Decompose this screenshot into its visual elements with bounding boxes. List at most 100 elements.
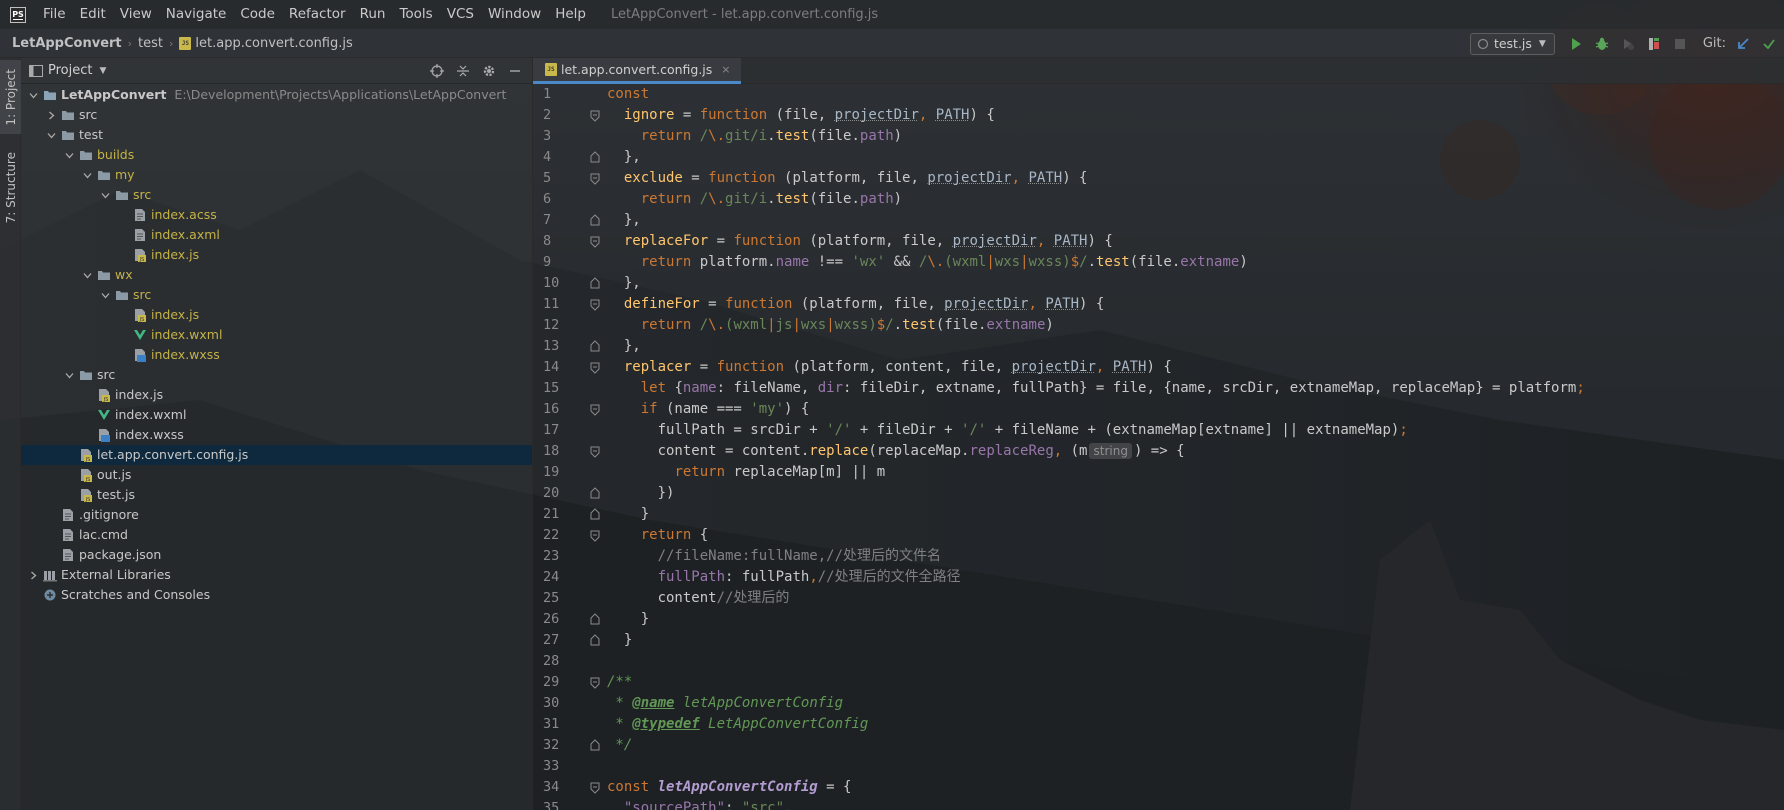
tree-item[interactable]: src [21,365,532,385]
chevron-down-icon[interactable] [99,285,111,305]
chevron-down-icon[interactable] [45,125,57,145]
menu-code[interactable]: Code [233,0,282,29]
structure-tool-window-tab[interactable]: 7: Structure [0,148,21,228]
chevron-down-icon[interactable] [81,265,93,285]
code-line[interactable]: replaceFor = function (platform, file, p… [607,231,1113,252]
stop-button[interactable] [1669,33,1691,55]
tree-item[interactable]: lac.cmd [21,525,532,545]
debug-button[interactable] [1591,33,1613,55]
code-line[interactable]: content//处理后的 [607,588,790,609]
fold-close-icon[interactable] [589,210,601,231]
menu-window[interactable]: Window [481,0,548,29]
menu-edit[interactable]: Edit [73,0,113,29]
code-line[interactable]: }) [607,483,675,504]
fold-open-icon[interactable] [589,294,601,315]
project-view-selector[interactable]: Project [48,63,92,78]
fold-close-icon[interactable] [589,147,601,168]
project-tool-window-tab[interactable]: 1: Project [0,60,21,134]
code-line[interactable]: }, [607,336,641,357]
tree-item[interactable]: package.json [21,545,532,565]
tree-item[interactable]: wx [21,265,532,285]
menu-vcs[interactable]: VCS [440,0,481,29]
tree-item[interactable]: my [21,165,532,185]
code-line[interactable]: return /\.(wxml|js|wxs|wxss)$/.test(file… [607,315,1054,336]
fold-open-icon[interactable] [589,105,601,126]
tree-item[interactable]: index.wxss [21,345,532,365]
code-line[interactable]: exclude = function (platform, file, proj… [607,168,1088,189]
fold-close-icon[interactable] [589,336,601,357]
code-line[interactable]: } [607,609,649,630]
fold-open-icon[interactable] [589,399,601,420]
fold-close-icon[interactable] [589,630,601,651]
fold-close-icon[interactable] [589,609,601,630]
code-line[interactable]: return { [607,525,708,546]
code-line[interactable]: ignore = function (file, projectDir, PAT… [607,105,995,126]
tree-item[interactable]: .gitignore [21,505,532,525]
menu-tools[interactable]: Tools [392,0,439,29]
fold-close-icon[interactable] [589,504,601,525]
code-line[interactable]: return replaceMap[m] || m [607,462,885,483]
tree-item[interactable]: JS index.js [21,245,532,265]
tree-item[interactable]: src [21,285,532,305]
collapse-all-button[interactable] [450,64,476,78]
tree-item[interactable]: src [21,105,532,125]
editor-content[interactable]: 1 2 3 4 5 6 7 8 9 10 11 12 13 14 15 16 17 18 19 20 21 22 23 24 2… [533,84,1784,810]
menu-view[interactable]: View [113,0,159,29]
chevron-down-icon[interactable]: ▼ [99,66,106,76]
fold-open-icon[interactable] [589,777,601,798]
git-update-button[interactable] [1732,33,1754,55]
run-button[interactable] [1565,33,1587,55]
tree-item[interactable]: JS let.app.convert.config.js [21,445,532,465]
code-line[interactable]: }, [607,210,641,231]
chevron-down-icon[interactable] [99,185,111,205]
code-line[interactable]: * @name letAppConvertConfig [607,693,843,714]
tree-item[interactable]: JS index.js [21,385,532,405]
code-line[interactable]: const letAppConvertConfig = { [607,777,851,798]
tree-item[interactable]: index.axml [21,225,532,245]
code-line[interactable]: const [607,84,649,105]
code-line[interactable]: //fileName:fullName,//处理后的文件名 [607,546,941,567]
code-line[interactable]: } [607,504,649,525]
tree-item[interactable]: builds [21,145,532,165]
code-line[interactable]: replacer = function (platform, content, … [607,357,1172,378]
fold-close-icon[interactable] [589,735,601,756]
breadcrumb-project[interactable]: LetAppConvert [12,36,122,51]
tree-item[interactable]: test [21,125,532,145]
code-line[interactable]: if (name === 'my') { [607,399,810,420]
code-line[interactable]: return /\.git/i.test(file.path) [607,189,902,210]
tree-item[interactable]: index.acss [21,205,532,225]
tree-item[interactable]: src [21,185,532,205]
tree-item[interactable]: JS out.js [21,465,532,485]
code-line[interactable]: return platform.name !== 'wx' && / \.(wxm… [607,252,1248,273]
code-line[interactable]: }, [607,273,641,294]
chevron-down-icon[interactable] [81,165,93,185]
code-line[interactable]: /** [607,672,632,693]
tree-item[interactable]: LetAppConvert E:\Development\Projects\App… [21,85,532,105]
chevron-right-icon[interactable] [45,105,57,125]
panel-settings-button[interactable] [476,64,502,78]
code-line[interactable]: fullPath = srcDir + '/' + fileDir + '/' … [607,420,1408,441]
chevron-down-icon[interactable] [27,85,39,105]
code-line[interactable]: defineFor = function (platform, file, pr… [607,294,1104,315]
code-line[interactable]: }, [607,147,641,168]
close-icon[interactable]: × [721,63,730,76]
menu-refactor[interactable]: Refactor [282,0,353,29]
fold-open-icon[interactable] [589,672,601,693]
locate-file-button[interactable] [424,64,450,78]
code-line[interactable]: fullPath: fullPath,//处理后的文件全路径 [607,567,961,588]
tree-item[interactable]: JS test.js [21,485,532,505]
tree-item[interactable]: JS index.js [21,305,532,325]
breadcrumb-test[interactable]: test [138,36,163,51]
breadcrumb-file[interactable]: let.app.convert.config.js [195,36,352,51]
menu-run[interactable]: Run [353,0,393,29]
tree-item[interactable]: Scratches and Consoles [21,585,532,605]
code-line[interactable]: */ [607,735,632,756]
fold-open-icon[interactable] [589,525,601,546]
fold-close-icon[interactable] [589,273,601,294]
code-line[interactable]: } [607,630,632,651]
code-line[interactable]: let {name: fileName, dir: fileDir, extna… [607,378,1585,399]
code-line[interactable]: return /\.git/i.test(file.path) [607,126,902,147]
coverage-button[interactable] [1617,33,1639,55]
chevron-down-icon[interactable] [63,145,75,165]
menu-file[interactable]: File [36,0,73,29]
